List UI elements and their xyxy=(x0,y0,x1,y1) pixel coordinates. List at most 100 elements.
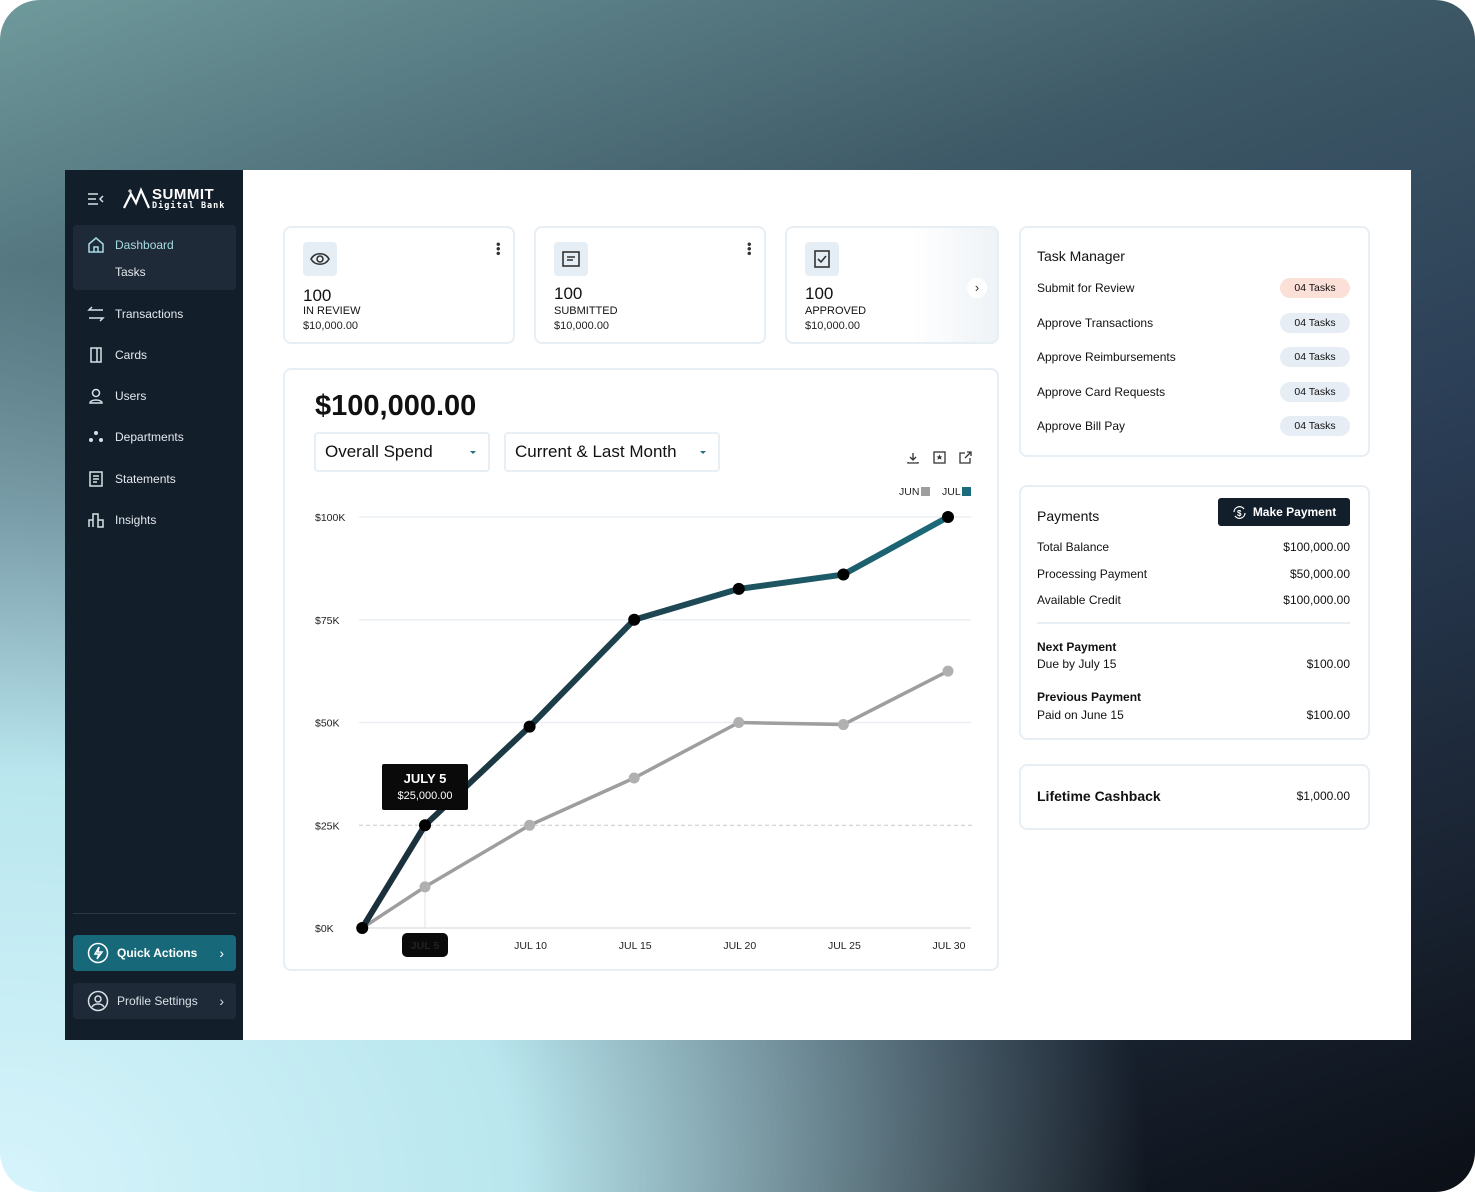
make-payment-label: Make Payment xyxy=(1252,505,1337,519)
task-row[interactable]: Submit for Review 04 Tasks xyxy=(1037,278,1350,298)
data-point xyxy=(733,717,745,728)
tooltip-title: JULY 5 xyxy=(404,771,447,786)
next-arrow-button[interactable]: › xyxy=(967,278,987,298)
x-tick-label: JUL 15 xyxy=(619,940,652,952)
make-payment-button[interactable]: $ Make Payment xyxy=(1218,498,1350,526)
kpi-card-in-review[interactable]: ••• 100 IN REVIEW $10,000.00 xyxy=(283,226,515,344)
sidebar-item-departments[interactable]: Departments xyxy=(87,428,184,446)
y-tick-label: $25K xyxy=(315,820,340,832)
task-count-badge: 04 Tasks xyxy=(1280,312,1350,333)
home-icon xyxy=(88,237,104,253)
payment-value: $100,000.00 xyxy=(1283,593,1350,607)
payment-label: Total Balance xyxy=(1037,540,1110,554)
next-payment-row: Due by July 15 $100.00 xyxy=(1037,657,1350,671)
lightning-icon xyxy=(87,942,109,964)
task-count-badge: 04 Tasks xyxy=(1280,416,1350,436)
cashback-card: Lifetime Cashback $1,000.00 xyxy=(1019,764,1370,830)
document-icon xyxy=(554,242,588,276)
sidebar-item-label: Users xyxy=(115,389,147,403)
profile-settings-button[interactable]: Profile Settings › xyxy=(73,983,236,1019)
summit-logo-icon xyxy=(123,187,151,209)
quick-actions-button[interactable]: Quick Actions › xyxy=(73,935,236,971)
sidebar-item-transactions[interactable]: Transactions xyxy=(87,305,183,323)
task-row[interactable]: Approve Reimbursements 04 Tasks xyxy=(1037,347,1350,367)
more-options-icon[interactable]: ••• xyxy=(491,242,506,256)
previous-payment-date: Paid on June 15 xyxy=(1037,708,1124,722)
payments-card: Payments $ Make Payment Total Balance $10… xyxy=(1019,485,1370,740)
checkbox-icon xyxy=(805,242,839,276)
x-tick-label: JUL 25 xyxy=(828,940,861,952)
kpi-value: 100 xyxy=(805,284,834,303)
payment-row: Total Balance $100,000.00 xyxy=(1037,540,1350,554)
legend-label-jul: JUL xyxy=(942,486,961,498)
next-payment-title: Next Payment xyxy=(1037,640,1117,654)
data-point xyxy=(942,665,954,677)
payment-label: Processing Payment xyxy=(1037,567,1148,581)
kpi-value: 100 xyxy=(554,284,583,303)
sidebar-item-label: Cards xyxy=(115,348,148,362)
svg-text:$: $ xyxy=(1237,509,1242,518)
sidebar-item-dashboard[interactable]: Dashboard xyxy=(87,236,174,254)
sidebar-item-statements[interactable]: Statements xyxy=(87,470,176,488)
brand-subtitle: Digital Bank xyxy=(152,201,226,211)
eye-icon xyxy=(303,242,337,276)
spend-line-chart: $0K $25K $50K $75K $100K JUL 5 JUL 10 JUL 15 JUL… xyxy=(315,486,975,957)
data-point xyxy=(419,881,431,893)
task-manager-title: Task Manager xyxy=(1037,248,1125,264)
kpi-amount: $10,000.00 xyxy=(303,320,359,332)
quick-actions-label: Quick Actions xyxy=(117,946,198,960)
kpi-label: APPROVED xyxy=(805,305,867,317)
task-label: Approve Reimbursements xyxy=(1037,350,1176,364)
payment-row: Processing Payment $50,000.00 xyxy=(1037,567,1350,581)
x-tick-label: JUL 10 xyxy=(514,940,547,952)
kpi-card-submitted[interactable]: ••• 100 SUBMITTED $10,000.00 xyxy=(534,226,766,344)
kpi-label: IN REVIEW xyxy=(303,305,361,317)
payments-title: Payments xyxy=(1037,508,1100,524)
x-tick-label: JUL 20 xyxy=(723,940,756,952)
payment-label: Available Credit xyxy=(1037,593,1121,607)
sidebar-item-tasks[interactable]: Tasks xyxy=(115,265,146,279)
profile-settings-label: Profile Settings xyxy=(117,994,198,1008)
next-payment-due: Due by July 15 xyxy=(1037,657,1117,671)
legend-label-jun: JUN xyxy=(899,486,919,498)
task-row[interactable]: Approve Transactions 04 Tasks xyxy=(1037,312,1350,333)
task-row[interactable]: Approve Bill Pay 04 Tasks xyxy=(1037,416,1350,436)
collapse-menu-icon[interactable] xyxy=(87,192,105,206)
cashback-label: Lifetime Cashback xyxy=(1037,788,1161,804)
kpi-card-approved[interactable]: 100 APPROVED $10,000.00 › xyxy=(785,226,999,344)
data-point xyxy=(732,582,745,595)
profile-icon xyxy=(87,990,109,1012)
task-label: Approve Bill Pay xyxy=(1037,419,1126,433)
y-tick-label: $50K xyxy=(315,718,340,730)
legend-swatch-jul xyxy=(962,487,971,496)
payment-cycle-icon: $ xyxy=(1233,505,1246,519)
data-point xyxy=(419,819,431,832)
sidebar-item-label: Tasks xyxy=(115,265,146,279)
arrows-swap-icon xyxy=(87,306,105,322)
previous-payment-value: $100.00 xyxy=(1306,708,1350,722)
previous-payment-title: Previous Payment xyxy=(1037,690,1142,704)
task-count-badge: 04 Tasks xyxy=(1280,347,1350,367)
kpi-amount: $10,000.00 xyxy=(554,320,610,332)
sidebar-item-label: Departments xyxy=(115,430,184,444)
sidebar-item-cards[interactable]: Cards xyxy=(87,346,147,364)
task-row[interactable]: Approve Card Requests 04 Tasks xyxy=(1037,381,1350,402)
statement-icon xyxy=(89,471,103,487)
card-icon xyxy=(90,347,102,363)
data-point xyxy=(837,568,850,581)
task-manager-card: Task Manager Submit for Review 04 Tasks Ap… xyxy=(1019,226,1370,457)
chevron-right-icon: › xyxy=(219,945,224,961)
sidebar-item-users[interactable]: Users xyxy=(87,387,146,405)
data-point xyxy=(942,511,954,523)
previous-payment-row: Paid on June 15 $100.00 xyxy=(1037,708,1350,722)
more-options-icon[interactable]: ••• xyxy=(742,242,757,256)
payment-value: $100,000.00 xyxy=(1283,540,1350,554)
tooltip-value: $25,000.00 xyxy=(397,790,452,802)
task-count-badge: 04 Tasks xyxy=(1280,381,1350,402)
task-count-badge: 04 Tasks xyxy=(1280,278,1350,298)
sidebar-item-insights[interactable]: Insights xyxy=(87,511,156,529)
payment-row: Available Credit $100,000.00 xyxy=(1037,593,1350,607)
spend-chart-card: $100,000.00 Overall Spend Current & Last… xyxy=(283,368,999,971)
sidebar-item-label: Transactions xyxy=(115,307,184,321)
y-tick-label: $75K xyxy=(315,615,340,627)
